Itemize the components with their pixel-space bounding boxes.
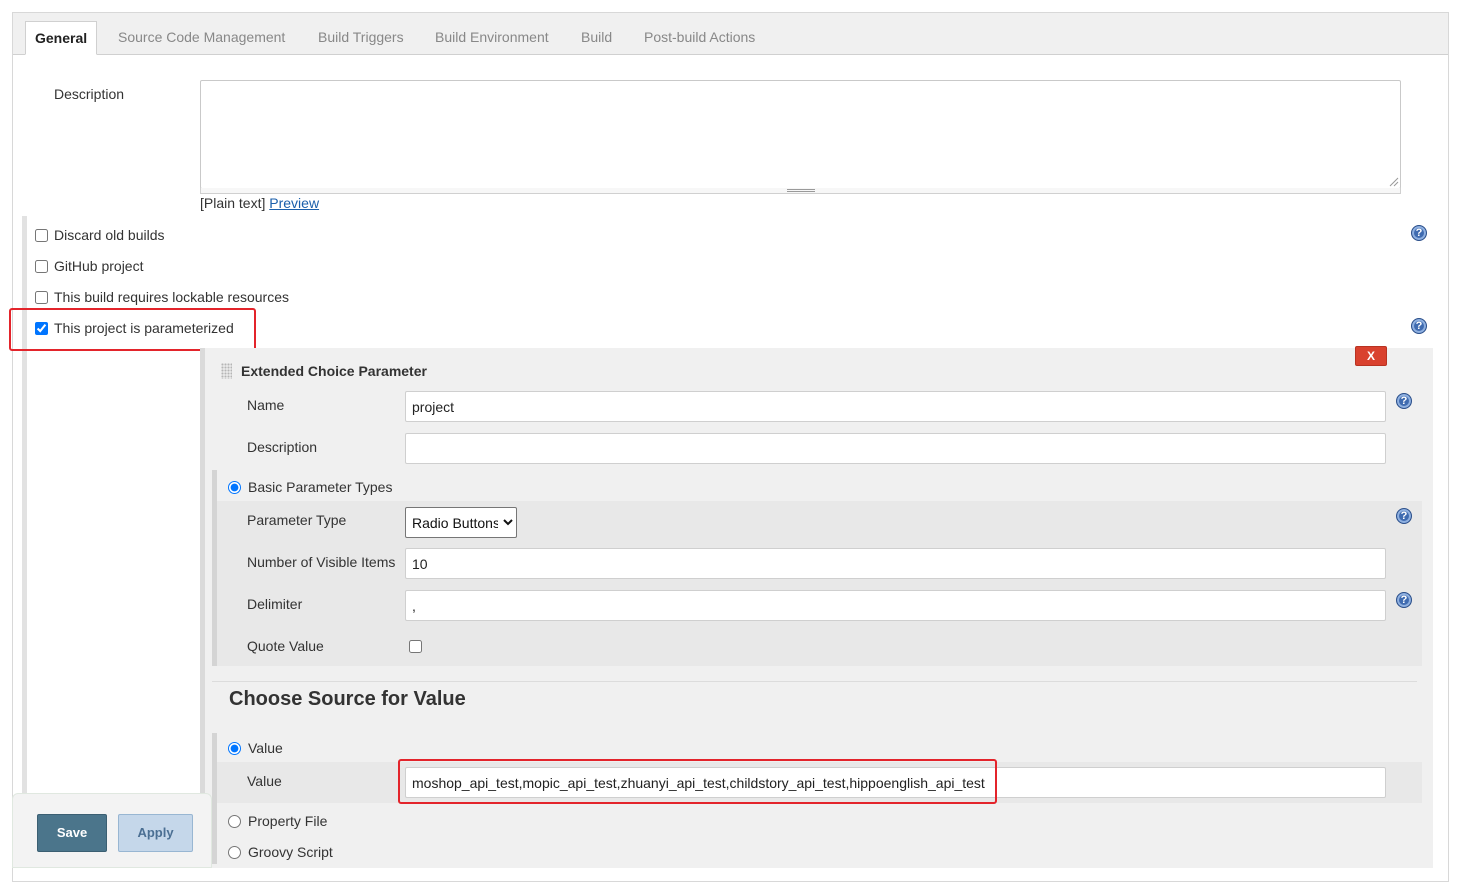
tab-post-build-actions[interactable]: Post-build Actions (644, 21, 755, 55)
parameter-type-select[interactable]: Radio Buttons (405, 507, 517, 538)
quote-value-label: Quote Value (247, 638, 324, 654)
lockable-resources-checkbox[interactable] (35, 290, 48, 304)
option-discard-old-builds[interactable]: Discard old builds (35, 226, 165, 244)
name-label: Name (247, 397, 285, 413)
parameterized-highlight-box (9, 308, 256, 351)
description-format-line: [Plain text] Preview (200, 195, 319, 211)
option-lockable-resources[interactable]: This build requires lockable resources (35, 288, 289, 306)
value-label: Value (247, 773, 282, 789)
tab-source-code-management[interactable]: Source Code Management (118, 21, 285, 55)
description-label: Description (54, 86, 125, 102)
name-input[interactable] (405, 391, 1386, 422)
delimiter-input[interactable] (405, 590, 1386, 621)
section-divider (212, 681, 1417, 682)
property-file-label: Property File (248, 813, 328, 829)
name-help-icon[interactable]: ? (1396, 393, 1412, 409)
basic-parameter-types-block (217, 501, 1422, 666)
github-project-label: GitHub project (54, 258, 144, 274)
groovy-script-option[interactable]: Groovy Script (228, 843, 333, 861)
option-github-project[interactable]: GitHub project (35, 257, 143, 275)
source-value-option[interactable]: Value (228, 739, 283, 757)
parameter-title: Extended Choice Parameter (241, 363, 427, 379)
quote-value-checkbox[interactable] (409, 640, 422, 653)
parameter-description-label: Description (247, 439, 318, 455)
delimiter-help-icon[interactable]: ? (1396, 592, 1412, 608)
groovy-script-radio[interactable] (228, 845, 241, 859)
description-resize-grip[interactable] (200, 188, 1401, 194)
lockable-resources-label: This build requires lockable resources (54, 289, 289, 305)
plain-text-label: [Plain text] (200, 195, 266, 211)
value-highlight-box (398, 759, 997, 804)
resize-corner-icon[interactable] (1388, 176, 1399, 187)
description-textarea[interactable] (200, 80, 1401, 189)
choose-source-title: Choose Source for Value (229, 688, 466, 710)
source-value-radio-label: Value (248, 740, 283, 756)
delete-parameter-button[interactable]: X (1355, 346, 1387, 366)
parameter-type-label: Parameter Type (247, 512, 347, 528)
property-file-radio[interactable] (228, 814, 241, 828)
basic-parameter-types-option[interactable]: Basic Parameter Types (228, 478, 392, 496)
tab-build-environment[interactable]: Build Environment (435, 21, 549, 55)
drag-handle-icon[interactable] (221, 363, 232, 379)
parameter-type-help-icon[interactable]: ? (1396, 508, 1412, 524)
discard-old-builds-checkbox[interactable] (35, 228, 48, 242)
groovy-script-label: Groovy Script (248, 844, 333, 860)
parameterized-help-icon[interactable]: ? (1411, 318, 1427, 334)
preview-link[interactable]: Preview (269, 195, 319, 211)
basic-parameter-types-label: Basic Parameter Types (248, 479, 393, 495)
visible-items-input[interactable] (405, 548, 1386, 579)
tab-build[interactable]: Build (581, 21, 612, 55)
basic-parameter-types-radio[interactable] (228, 480, 241, 494)
parameter-description-input[interactable] (405, 433, 1386, 464)
visible-items-label: Number of Visible Items (247, 554, 396, 570)
apply-button[interactable]: Apply (118, 814, 193, 852)
tab-general[interactable]: General (25, 21, 98, 55)
discard-old-builds-label: Discard old builds (54, 227, 165, 243)
parameter-section-bar (200, 348, 205, 868)
delimiter-label: Delimiter (247, 596, 303, 612)
github-project-checkbox[interactable] (35, 259, 48, 273)
property-file-option[interactable]: Property File (228, 812, 327, 830)
save-button[interactable]: Save (37, 814, 107, 852)
source-value-radio[interactable] (228, 741, 241, 755)
discard-old-builds-help-icon[interactable]: ? (1411, 225, 1427, 241)
tab-build-triggers[interactable]: Build Triggers (318, 21, 404, 55)
